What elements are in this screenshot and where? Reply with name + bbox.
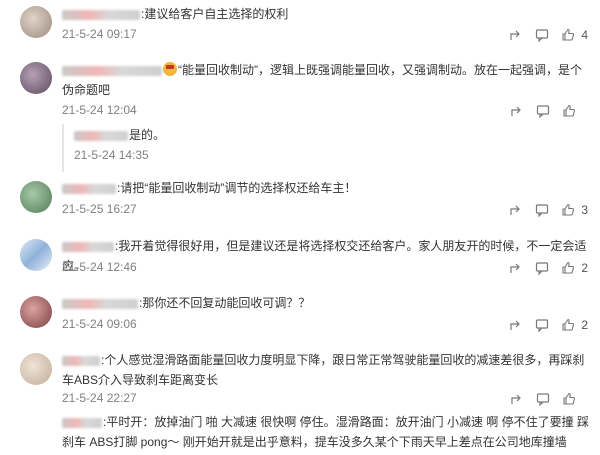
- like-count: 2: [581, 318, 588, 332]
- comment-text: :请把“能量回收制动”调节的选择权还给车主！: [117, 181, 357, 195]
- forward-icon[interactable]: [509, 203, 523, 217]
- like-count: 4: [581, 28, 588, 42]
- reply-icon[interactable]: [535, 203, 549, 217]
- comment-item: :请把“能量回收制动”调节的选择权还给车主！ 21-5-25 16:27 3: [0, 176, 600, 226]
- like-icon[interactable]: [562, 392, 576, 406]
- like-icon[interactable]: [562, 104, 576, 118]
- username[interactable]: [62, 298, 138, 309]
- sub-reply: 是的。 21-5-24 14:35: [62, 124, 184, 172]
- comment-item: “能量回收制动”，逻辑上既强调能量回收，又强调制动。放在一起强调，是个伪命题吧 …: [0, 52, 600, 172]
- forward-icon[interactable]: [510, 392, 524, 406]
- username[interactable]: [62, 241, 114, 252]
- reply-username[interactable]: [74, 130, 128, 141]
- comment-time: 21-5-24 22:27: [62, 391, 137, 405]
- avatar[interactable]: [20, 296, 52, 328]
- forward-icon[interactable]: [510, 104, 524, 118]
- comment-text: :建议给客户自主选择的权利: [141, 7, 289, 21]
- username[interactable]: [62, 9, 140, 20]
- comment-time: 21-5-24 12:46: [62, 260, 137, 274]
- comment-item: :建议给客户自主选择的权利 21-5-24 09:17 4: [0, 0, 600, 48]
- forward-icon[interactable]: [509, 318, 523, 332]
- comment-item: :我开着觉得很好用，但是建议还是将选择权交还给客户。家人朋友开的时候，不一定会适…: [0, 234, 600, 284]
- like-icon[interactable]: [561, 203, 575, 217]
- comment-text: :个人感觉湿滑路面能量回收力度明显下降，跟日常正常驾驶能量回收的减速差很多，再踩…: [62, 353, 585, 387]
- comment-time: 21-5-25 16:27: [62, 202, 137, 216]
- username[interactable]: [62, 355, 100, 366]
- like-count: 3: [581, 203, 588, 217]
- username[interactable]: [62, 417, 102, 428]
- emoji-icon: [163, 62, 177, 76]
- like-icon[interactable]: [561, 28, 575, 42]
- reply-text: 是的。: [129, 128, 166, 142]
- reply-time: 21-5-24 14:35: [74, 148, 149, 162]
- avatar[interactable]: [20, 6, 52, 38]
- reply-icon[interactable]: [535, 318, 549, 332]
- forward-icon[interactable]: [509, 28, 523, 42]
- reply-icon[interactable]: [535, 28, 549, 42]
- comment-time: 21-5-24 12:04: [62, 103, 137, 117]
- comment-text: :平时开：放掉油门 啪 大减速 很快啊 停住。湿滑路面：放开油门 小减速 啊 停…: [62, 415, 590, 449]
- avatar[interactable]: [20, 239, 52, 271]
- comment-item: :平时开：放掉油门 啪 大减速 很快啊 停住。湿滑路面：放开油门 小减速 啊 停…: [0, 410, 600, 455]
- comment-item: :个人感觉湿滑路面能量回收力度明显下降，跟日常正常驾驶能量回收的减速差很多，再踩…: [0, 348, 600, 408]
- reply-icon[interactable]: [536, 104, 550, 118]
- forward-icon[interactable]: [509, 261, 523, 275]
- reply-icon[interactable]: [536, 392, 550, 406]
- avatar[interactable]: [20, 353, 52, 385]
- reply-icon[interactable]: [535, 261, 549, 275]
- comment-item: :那你还不回复动能回收可调？？ 21-5-24 09:06 2: [0, 291, 600, 341]
- comment-time: 21-5-24 09:06: [62, 317, 137, 331]
- like-count: 2: [581, 261, 588, 275]
- avatar[interactable]: [20, 62, 52, 94]
- like-icon[interactable]: [561, 261, 575, 275]
- like-icon[interactable]: [561, 318, 575, 332]
- comment-text: :那你还不回复动能回收可调？？: [139, 296, 311, 310]
- comment-time: 21-5-24 09:17: [62, 27, 137, 41]
- username[interactable]: [62, 183, 116, 194]
- avatar[interactable]: [20, 181, 52, 213]
- username[interactable]: [62, 65, 162, 76]
